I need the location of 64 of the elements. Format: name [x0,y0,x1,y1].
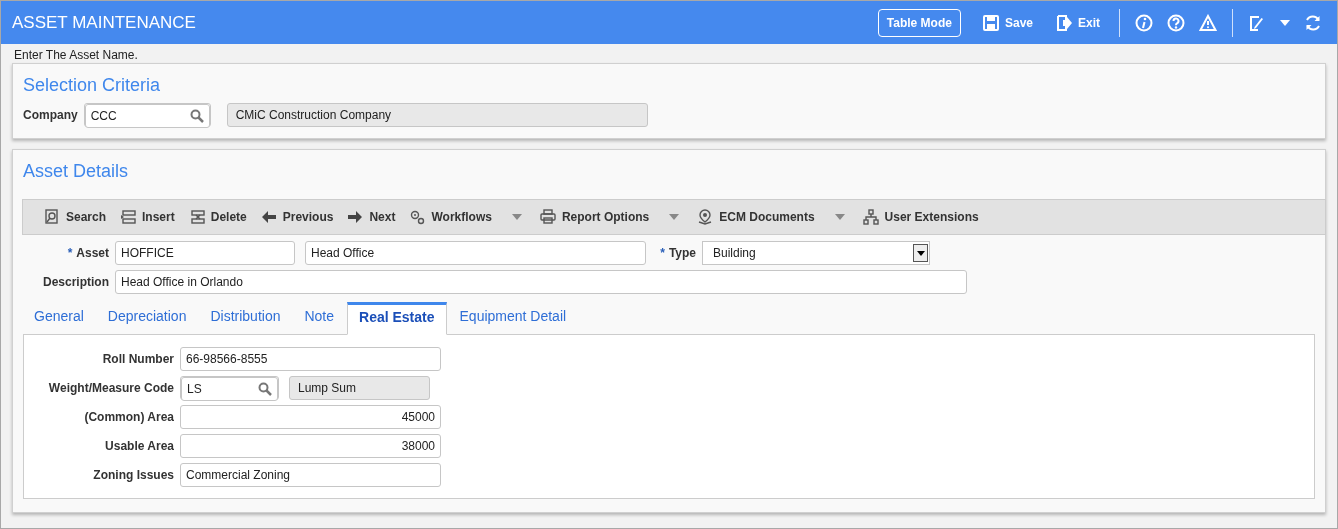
caret-icon [1280,19,1290,26]
caret-icon [511,214,522,220]
field-label: Company [23,108,78,122]
left-arrow-icon [260,209,277,225]
toolbar-button[interactable]: Next [340,203,403,231]
tab[interactable]: Equipment Detail [448,303,578,334]
delete-row-icon [188,209,205,225]
toolbar-button[interactable]: Report Options [532,203,691,231]
toolbar-button[interactable]: User Extensions [855,203,986,231]
field-label: Zoning Issues [93,468,174,482]
caret-icon [916,250,925,256]
field-label: Roll Number [102,352,174,366]
search-icon [258,382,272,396]
refresh-icon [1304,13,1322,32]
asset-code-field[interactable]: HOFFICE [115,241,295,265]
field-label: (Common) Area [84,410,174,424]
exit-icon [1055,13,1073,32]
type-select[interactable]: Building [702,241,930,265]
number-field[interactable]: 45000 [180,405,441,429]
info-icon [1135,13,1153,32]
tab[interactable]: Note [293,303,346,334]
asset-name-field[interactable]: Head Office [305,241,646,265]
toolbar-button[interactable]: ECM Documents [690,203,856,231]
save-icon [981,13,1000,32]
help-icon [1167,13,1185,32]
search-icon [44,209,60,225]
hierarchy-icon [862,209,879,225]
field-label: Description [43,275,109,289]
toolbar-button[interactable]: Search [37,203,114,231]
code-name-field: Lump Sum [289,376,430,400]
tab[interactable]: Depreciation [96,303,198,334]
number-field[interactable]: 38000 [180,434,441,458]
edit-icon [1248,13,1266,32]
page-title: ASSET MAINTENANCE [12,12,196,33]
description-field[interactable]: Head Office in Orlando [115,270,967,294]
toolbar-button[interactable]: Delete [181,203,254,231]
toolbar-button[interactable]: Previous [253,203,341,231]
company-field[interactable]: CCC [84,104,210,128]
text-field[interactable]: 66-98566-8555 [180,347,441,371]
field-label: Type [668,246,696,260]
field-label: Weight/Measure Code [48,381,174,395]
tab[interactable]: General [23,303,95,334]
text-field[interactable]: Commercial Zoning [180,463,441,487]
tab[interactable]: Real Estate [347,302,447,335]
field-label: Asset [76,246,109,260]
toolbar-button[interactable]: Workflows [402,203,533,231]
insert-row-icon [120,209,137,225]
section-title: Selection Criteria [23,74,162,97]
warning-icon [1199,13,1217,32]
caret-icon [669,214,680,220]
tab[interactable]: Distribution [199,303,292,334]
right-arrow-icon [347,209,364,225]
required-mark: * [67,246,73,260]
company-name-field: CMiC Construction Company [226,103,648,127]
caret-icon [834,214,845,220]
search-icon [189,109,204,123]
hint-text: Enter The Asset Name. [13,47,139,62]
field-label: Usable Area [105,439,174,453]
gears-icon [409,209,426,225]
section-title: Asset Details [23,160,130,183]
code-field[interactable]: LS [181,377,278,401]
printer-icon [539,209,556,225]
required-mark: * [660,246,665,260]
toolbar-button[interactable]: Insert [113,203,182,231]
